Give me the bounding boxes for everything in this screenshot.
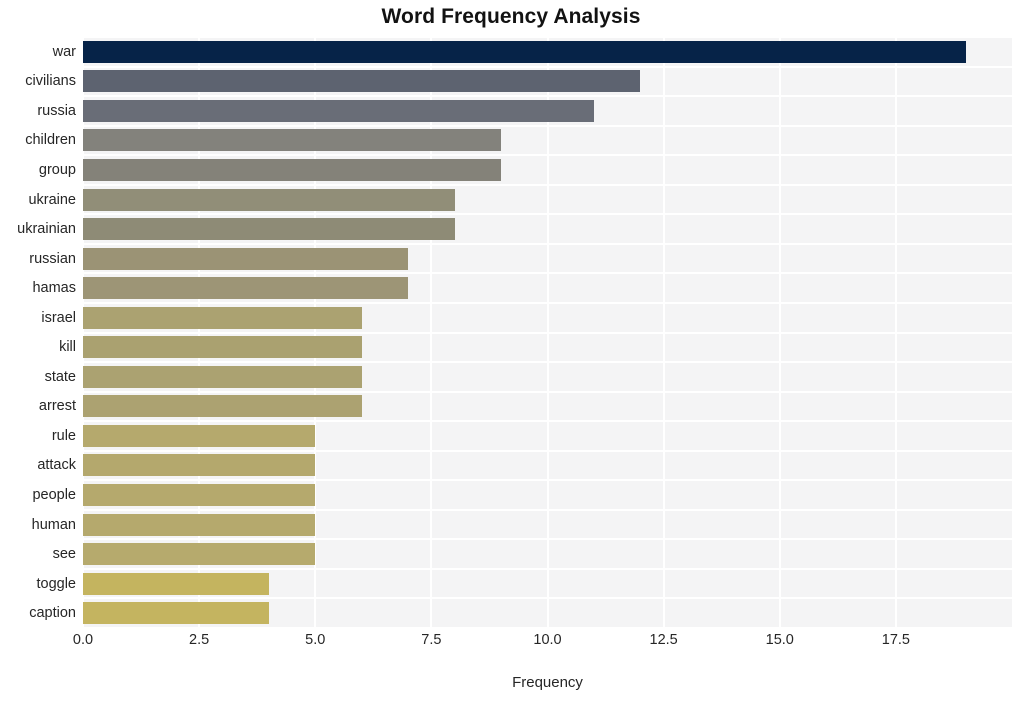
y-gridline (83, 272, 1012, 275)
bar-arrest (83, 395, 362, 418)
x-tick-label: 15.0 (765, 632, 794, 648)
bar-kill (83, 336, 362, 359)
y-gridline (83, 124, 1012, 127)
x-axis-ticks: 0.0 2.5 5.0 7.5 10.0 12.5 15.0 17.5 (73, 632, 1012, 654)
y-gridline (83, 567, 1012, 570)
y-tick-label-attack: attack (37, 457, 76, 474)
bar-ukrainian (83, 218, 455, 241)
bar-caption (83, 602, 269, 625)
y-gridline (83, 361, 1012, 364)
bar-state (83, 365, 362, 388)
y-tick-label-group: group (38, 161, 76, 178)
x-axis-label: Frequency (512, 674, 583, 691)
bar-human (83, 513, 316, 536)
y-tick-label-rule: rule (51, 427, 76, 444)
y-gridline (83, 508, 1012, 511)
y-gridline (83, 538, 1012, 541)
y-tick-label-civilians: civilians (25, 73, 76, 90)
y-gridline (83, 154, 1012, 157)
y-tick-label-arrest: arrest (38, 398, 76, 415)
y-gridline (83, 420, 1012, 423)
y-tick-label-russia: russia (37, 102, 76, 119)
y-gridline (83, 479, 1012, 482)
y-tick-label-caption: caption (29, 605, 76, 622)
y-tick-label-toggle: toggle (36, 575, 76, 592)
x-tick-label: 2.5 (189, 632, 210, 648)
y-tick-label-israel: israel (41, 309, 76, 326)
y-gridline (83, 242, 1012, 245)
bar-war (83, 40, 966, 63)
y-gridline (83, 183, 1012, 186)
y-tick-label-people: people (32, 487, 76, 504)
x-tick-label: 17.5 (881, 632, 910, 648)
x-tick-label: 7.5 (421, 632, 442, 648)
bar-attack (83, 454, 316, 477)
y-tick-label-state: state (44, 368, 76, 385)
y-axis-labels: war civilians russia children group ukraine uk… (0, 37, 76, 628)
x-tick-label: 5.0 (305, 632, 326, 648)
bar-ukraine (83, 188, 455, 211)
y-tick-label-human: human (31, 516, 76, 533)
x-tick-label: 0.0 (72, 632, 94, 648)
y-gridline (83, 36, 1012, 38)
y-gridline (83, 213, 1012, 216)
bar-children (83, 129, 502, 152)
chart-title: Word Frequency Analysis (381, 5, 641, 28)
y-tick-label-hamas: hamas (32, 280, 76, 297)
x-tick-label: 12.5 (649, 632, 678, 648)
bar-rule (83, 424, 316, 447)
bar-russian (83, 247, 409, 270)
bar-hamas (83, 277, 409, 300)
bar-toggle (83, 572, 269, 595)
y-tick-label-war: war (52, 43, 76, 60)
y-gridline (83, 65, 1012, 68)
bar-russia (83, 99, 594, 122)
y-tick-label-kill: kill (59, 339, 76, 356)
y-tick-label-children: children (25, 132, 76, 149)
y-gridline (83, 95, 1012, 98)
y-gridline (83, 301, 1012, 304)
word-frequency-chart: Word Frequency Analysis war civilians russ… (0, 0, 1022, 701)
x-tick-label: 10.0 (533, 632, 562, 648)
bar-civilians (83, 70, 641, 93)
y-gridline (83, 597, 1012, 600)
bar-israel (83, 306, 362, 329)
y-tick-label-see: see (52, 546, 76, 563)
y-tick-label-ukraine: ukraine (28, 191, 76, 208)
y-gridline (83, 449, 1012, 452)
y-tick-label-ukrainian: ukrainian (17, 221, 76, 238)
plot-area (82, 36, 1012, 629)
y-gridline (83, 627, 1012, 629)
bar-people (83, 484, 316, 507)
bar-see (83, 543, 316, 566)
y-gridline (83, 390, 1012, 393)
y-tick-label-russian: russian (29, 250, 76, 267)
bar-group (83, 158, 502, 181)
y-gridline (83, 331, 1012, 334)
